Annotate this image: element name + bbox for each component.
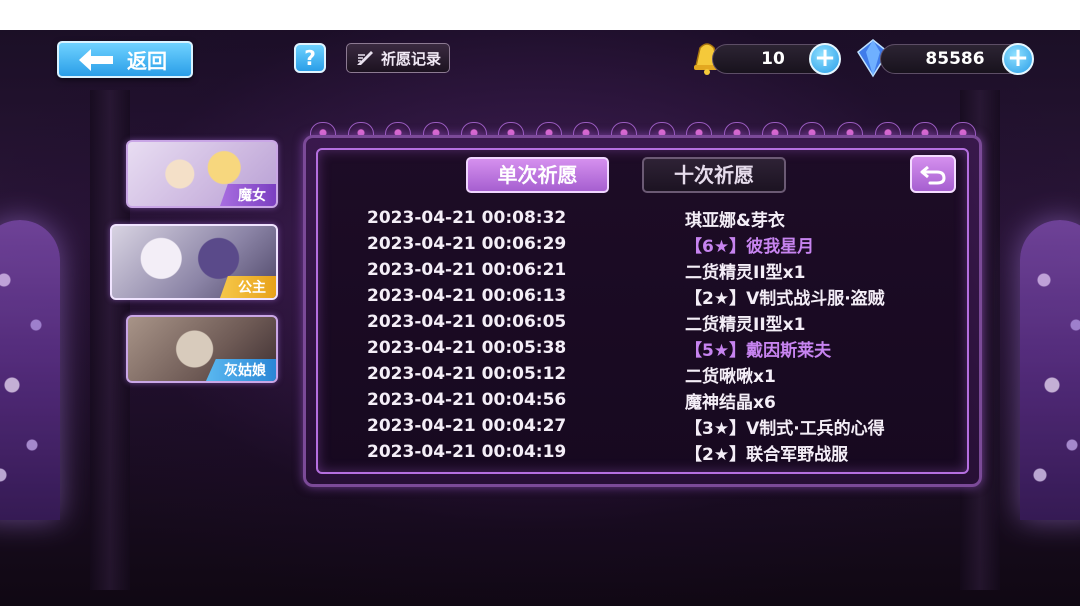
- record-item: 二货精灵II型x1: [685, 262, 806, 283]
- record-time: 2023-04-21 00:04:19: [367, 442, 567, 462]
- arrow-left-icon: [79, 48, 113, 71]
- tab-single-wish[interactable]: 单次祈愿: [466, 157, 609, 193]
- help-button[interactable]: ?: [294, 43, 326, 73]
- wish-record-button[interactable]: 祈愿记录: [346, 43, 450, 73]
- add-crystal-currency-button[interactable]: +: [1002, 43, 1034, 75]
- back-button[interactable]: 返回: [57, 41, 193, 78]
- quill-icon: [357, 51, 373, 65]
- record-row: 2023-04-21 00:04:27 【3★】V制式·工兵的心得: [367, 413, 927, 439]
- record-row: 2023-04-21 00:05:38 【5★】戴因斯莱夫: [367, 335, 927, 361]
- record-time: 2023-04-21 00:04:27: [367, 416, 567, 436]
- wish-record-list: 2023-04-21 00:08:32 琪亚娜&芽衣 2023-04-21 00…: [367, 205, 927, 465]
- back-button-label: 返回: [127, 49, 167, 73]
- record-item: 【5★】戴因斯莱夫: [685, 340, 832, 361]
- add-bell-currency-button[interactable]: +: [809, 43, 841, 75]
- record-item: 二货啾啾x1: [685, 366, 776, 387]
- tab-ten-wish[interactable]: 十次祈愿: [642, 157, 786, 193]
- banner-card-label: 魔女: [220, 184, 276, 206]
- record-row: 2023-04-21 00:08:32 琪亚娜&芽衣: [367, 205, 927, 231]
- record-time: 2023-04-21 00:08:32: [367, 208, 567, 228]
- wish-record-label: 祈愿记录: [381, 49, 442, 68]
- record-time: 2023-04-21 00:06:05: [367, 312, 567, 332]
- record-row: 2023-04-21 00:04:19 【2★】联合军野战服: [367, 439, 927, 465]
- stained-glass-window-left: [0, 220, 60, 520]
- record-row: 2023-04-21 00:04:56 魔神结晶x6: [367, 387, 927, 413]
- record-row: 2023-04-21 00:06:29 【6★】彼我星月: [367, 231, 927, 257]
- record-row: 2023-04-21 00:06:21 二货精灵II型x1: [367, 257, 927, 283]
- record-row: 2023-04-21 00:05:12 二货啾啾x1: [367, 361, 927, 387]
- record-item: 【6★】彼我星月: [685, 236, 815, 257]
- record-time: 2023-04-21 00:05:38: [367, 338, 567, 358]
- record-item: 二货精灵II型x1: [685, 314, 806, 335]
- return-button[interactable]: [910, 155, 956, 193]
- stained-glass-window-right: [1020, 220, 1080, 520]
- record-time: 2023-04-21 00:04:56: [367, 390, 567, 410]
- record-item: 魔神结晶x6: [685, 392, 776, 413]
- record-item: 【2★】联合军野战服: [685, 444, 849, 465]
- record-row: 2023-04-21 00:06:05 二货精灵II型x1: [367, 309, 927, 335]
- record-time: 2023-04-21 00:06:21: [367, 260, 567, 280]
- record-time: 2023-04-21 00:06:29: [367, 234, 567, 254]
- record-item: 【2★】V制式战斗服·盗贼: [685, 288, 885, 309]
- banner-card-label: 灰姑娘: [206, 359, 276, 381]
- record-time: 2023-04-21 00:05:12: [367, 364, 567, 384]
- banner-card-princess[interactable]: 公主: [110, 224, 278, 300]
- background-pillar: [90, 90, 130, 590]
- record-item: 琪亚娜&芽衣: [685, 210, 785, 231]
- record-row: 2023-04-21 00:06:13 【2★】V制式战斗服·盗贼: [367, 283, 927, 309]
- banner-card-label: 公主: [220, 276, 276, 298]
- banner-card-witch[interactable]: 魔女: [126, 140, 278, 208]
- record-time: 2023-04-21 00:06:13: [367, 286, 567, 306]
- record-item: 【3★】V制式·工兵的心得: [685, 418, 885, 439]
- game-scene: 返回 ? 祈愿记录 10 + 85586 + 魔女 公主 灰姑娘 单次祈愿 十次…: [0, 30, 1080, 606]
- undo-icon: [920, 165, 946, 185]
- banner-card-cinderella[interactable]: 灰姑娘: [126, 315, 278, 383]
